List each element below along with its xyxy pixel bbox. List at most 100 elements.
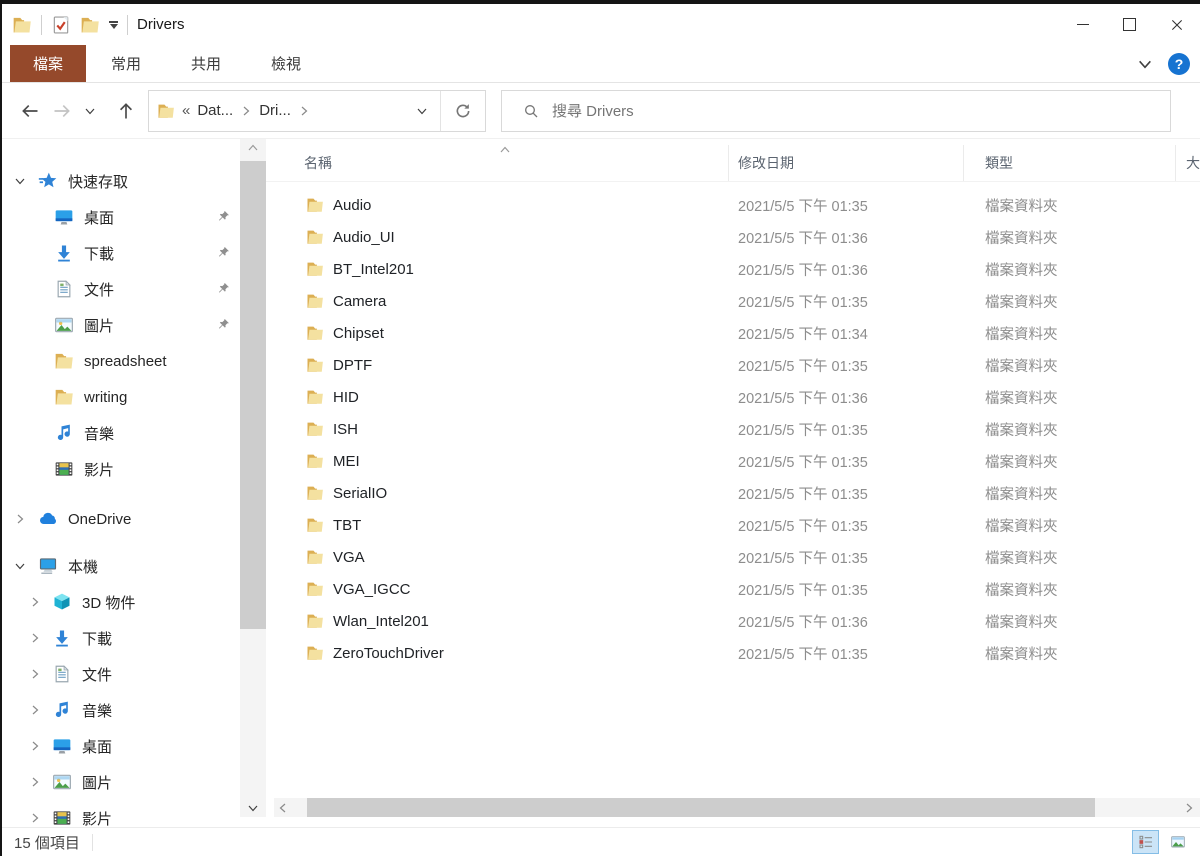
folder-icon (306, 420, 324, 438)
scroll-left-icon[interactable] (274, 798, 292, 817)
breadcrumb-overflow[interactable]: « (182, 102, 190, 119)
file-row[interactable]: HID 2021/5/5 下午 01:36 檔案資料夾 (266, 381, 1200, 413)
scrollbar-thumb[interactable] (240, 161, 266, 629)
sidebar-item-pc-music[interactable]: 音樂 (2, 692, 240, 728)
file-row[interactable]: Camera 2021/5/5 下午 01:35 檔案資料夾 (266, 285, 1200, 317)
file-type: 檔案資料夾 (964, 547, 1176, 568)
back-button[interactable] (14, 94, 46, 128)
column-header-date-modified[interactable]: 修改日期 (729, 145, 964, 181)
file-row[interactable]: Audio 2021/5/5 下午 01:35 檔案資料夾 (266, 189, 1200, 221)
scroll-up-icon[interactable] (240, 139, 266, 157)
sidebar-item-onedrive[interactable]: OneDrive (2, 501, 240, 537)
chevron-down-icon[interactable] (14, 175, 26, 187)
sidebar-item-music[interactable]: 音樂 (2, 415, 240, 451)
file-row[interactable]: VGA 2021/5/5 下午 01:35 檔案資料夾 (266, 541, 1200, 573)
file-row[interactable]: Audio_UI 2021/5/5 下午 01:36 檔案資料夾 (266, 221, 1200, 253)
sidebar-item-pc-downloads[interactable]: 下載 (2, 620, 240, 656)
chevron-right-icon[interactable] (29, 776, 41, 788)
sidebar-item-downloads-pinned[interactable]: 下載 (2, 235, 240, 271)
forward-button[interactable] (46, 94, 78, 128)
sidebar-item-pc-pictures[interactable]: 圖片 (2, 764, 240, 800)
file-row[interactable]: Wlan_Intel201 2021/5/5 下午 01:36 檔案資料夾 (266, 605, 1200, 637)
file-name: DPTF (333, 357, 372, 374)
chevron-right-icon[interactable] (298, 105, 310, 117)
file-row[interactable]: SerialIO 2021/5/5 下午 01:35 檔案資料夾 (266, 477, 1200, 509)
screen-left-edge (0, 0, 2, 856)
minimize-button[interactable] (1059, 4, 1106, 45)
file-name: Chipset (333, 325, 384, 342)
sidebar-item-videos[interactable]: 影片 (2, 451, 240, 487)
file-type: 檔案資料夾 (964, 227, 1176, 248)
file-list-pane: 名稱 修改日期 類型 大小 Audio 2021/5/5 下午 01:35 檔案… (266, 139, 1200, 828)
sidebar-item-documents-pinned[interactable]: 文件 (2, 271, 240, 307)
tab-view[interactable]: 檢視 (246, 45, 326, 82)
chevron-right-icon[interactable] (240, 105, 252, 117)
chevron-right-icon[interactable] (29, 632, 41, 644)
chevron-right-icon[interactable] (14, 513, 26, 525)
sidebar-item-pc-desktop[interactable]: 桌面 (2, 728, 240, 764)
sidebar-item-spreadsheet[interactable]: spreadsheet (2, 343, 240, 379)
file-row[interactable]: BT_Intel201 2021/5/5 下午 01:36 檔案資料夾 (266, 253, 1200, 285)
sidebar-item-pictures-pinned[interactable]: 圖片 (2, 307, 240, 343)
up-button[interactable] (110, 94, 142, 128)
sidebar-item-quick-access[interactable]: 快速存取 (2, 163, 240, 199)
tab-home[interactable]: 常用 (86, 45, 166, 82)
column-header-type[interactable]: 類型 (964, 145, 1176, 181)
sidebar-scrollbar[interactable] (240, 139, 266, 817)
file-type: 檔案資料夾 (964, 643, 1176, 664)
main-area: 快速存取 桌面 下載 文件 圖片 spreadsheet writi (2, 139, 1200, 828)
new-folder-icon[interactable] (80, 15, 100, 35)
file-row[interactable]: Chipset 2021/5/5 下午 01:34 檔案資料夾 (266, 317, 1200, 349)
file-name: ZeroTouchDriver (333, 645, 444, 662)
tab-share[interactable]: 共用 (166, 45, 246, 82)
sidebar-item-3d-objects[interactable]: 3D 物件 (2, 584, 240, 620)
file-row[interactable]: MEI 2021/5/5 下午 01:35 檔案資料夾 (266, 445, 1200, 477)
sidebar-item-this-pc[interactable]: 本機 (2, 548, 240, 584)
search-box[interactable]: 搜尋 Drivers (501, 90, 1171, 132)
sidebar-item-pc-documents[interactable]: 文件 (2, 656, 240, 692)
file-row[interactable]: DPTF 2021/5/5 下午 01:35 檔案資料夾 (266, 349, 1200, 381)
folder-icon (306, 548, 324, 566)
close-button[interactable] (1153, 4, 1200, 45)
column-header-name[interactable]: 名稱 (266, 145, 729, 181)
properties-check-icon[interactable] (51, 15, 71, 35)
chevron-right-icon[interactable] (29, 704, 41, 716)
scroll-down-icon[interactable] (240, 799, 266, 817)
address-bar[interactable]: « Dat... Dri... (148, 90, 486, 132)
tab-file[interactable]: 檔案 (10, 45, 86, 82)
chevron-right-icon[interactable] (29, 668, 41, 680)
file-row[interactable]: VGA_IGCC 2021/5/5 下午 01:35 檔案資料夾 (266, 573, 1200, 605)
sidebar-item-desktop-pinned[interactable]: 桌面 (2, 199, 240, 235)
sidebar-item-writing[interactable]: writing (2, 379, 240, 415)
file-row[interactable]: ISH 2021/5/5 下午 01:35 檔案資料夾 (266, 413, 1200, 445)
breadcrumb-segment[interactable]: Dat... (197, 102, 233, 119)
chevron-right-icon[interactable] (29, 812, 41, 824)
file-row[interactable]: TBT 2021/5/5 下午 01:35 檔案資料夾 (266, 509, 1200, 541)
collapse-ribbon-icon[interactable] (1137, 56, 1153, 72)
chevron-right-icon[interactable] (29, 740, 41, 752)
file-name: SerialIO (333, 485, 387, 502)
divider (127, 15, 128, 35)
column-header-size[interactable]: 大小 (1176, 145, 1200, 181)
scroll-right-icon[interactable] (1180, 798, 1198, 817)
download-icon (52, 628, 72, 648)
file-type: 檔案資料夾 (964, 579, 1176, 600)
file-row[interactable]: ZeroTouchDriver 2021/5/5 下午 01:35 檔案資料夾 (266, 637, 1200, 669)
address-dropdown-button[interactable] (404, 105, 440, 117)
scrollbar-thumb[interactable] (307, 798, 1095, 817)
customize-toolbar-icon[interactable] (109, 21, 118, 29)
help-button[interactable]: ? (1168, 53, 1190, 75)
window-title: Drivers (137, 16, 185, 33)
chevron-right-icon[interactable] (29, 596, 41, 608)
chevron-down-icon[interactable] (14, 560, 26, 572)
breadcrumb-segment[interactable]: Dri... (259, 102, 291, 119)
horizontal-scrollbar[interactable] (274, 798, 1200, 817)
recent-locations-button[interactable] (78, 94, 102, 128)
file-type: 檔案資料夾 (964, 611, 1176, 632)
thumbnails-view-button[interactable] (1164, 830, 1191, 854)
document-icon (54, 279, 74, 299)
details-view-button[interactable] (1132, 830, 1159, 854)
refresh-button[interactable] (440, 91, 485, 131)
maximize-button[interactable] (1106, 4, 1153, 45)
sidebar-item-pc-videos[interactable]: 影片 (2, 800, 240, 828)
